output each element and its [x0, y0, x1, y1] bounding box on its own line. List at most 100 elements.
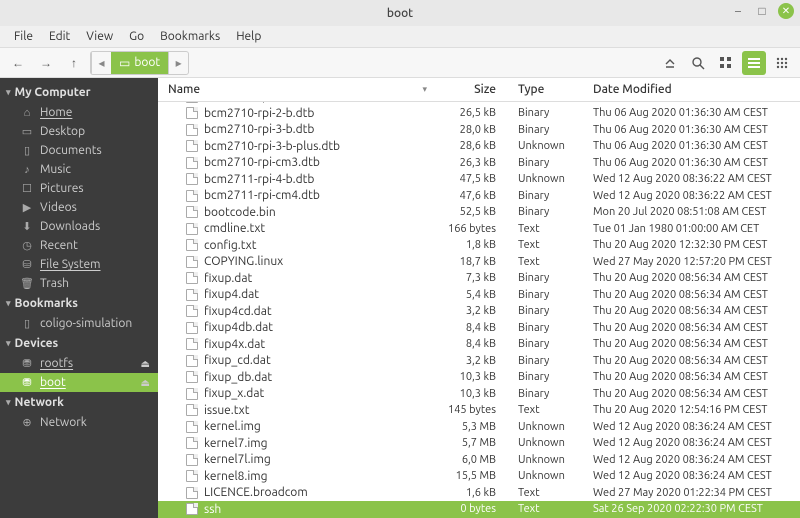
- file-type: Binary: [510, 107, 585, 119]
- file-row[interactable]: bcm2710-rpi-3-b.dtb28,0 kBBinaryThu 06 A…: [158, 122, 800, 139]
- caret-down-icon: ▾: [6, 87, 11, 98]
- file-size: 8,4 kB: [435, 338, 510, 350]
- file-name: kernel7.img: [204, 437, 268, 450]
- file-icon: [186, 289, 198, 301]
- sidebar-item-file-system[interactable]: ⛁File System: [0, 255, 158, 274]
- sidebar-item-music[interactable]: ♪Music: [0, 160, 158, 179]
- back-button[interactable]: ←: [6, 51, 30, 75]
- file-row[interactable]: COPYING.linux18,7 kBTextWed 27 May 2020 …: [158, 254, 800, 271]
- file-icon: [186, 102, 198, 103]
- file-row[interactable]: fixup_db.dat10,3 kBBinaryThu 20 Aug 2020…: [158, 369, 800, 386]
- file-manager-window: boot – □ ✕ File Edit View Go Bookmarks H…: [0, 0, 800, 518]
- sidebar-item-rootfs[interactable]: ⛃rootfs⏏: [0, 354, 158, 373]
- window-title: boot: [0, 7, 800, 20]
- compact-view-button[interactable]: [770, 51, 794, 75]
- file-row[interactable]: ssh0 bytesTextSat 26 Sep 2020 02:22:30 P…: [158, 501, 800, 518]
- forward-button[interactable]: →: [34, 51, 58, 75]
- file-row[interactable]: bcm2711-rpi-cm4.dtb47,6 kBBinaryWed 12 A…: [158, 188, 800, 205]
- file-row[interactable]: cmdline.txt166 bytesTextTue 01 Jan 1980 …: [158, 221, 800, 238]
- file-row[interactable]: fixup.dat7,3 kBBinaryThu 20 Aug 2020 08:…: [158, 270, 800, 287]
- file-icon: [186, 173, 198, 185]
- file-row[interactable]: fixup4db.dat8,4 kBBinaryThu 20 Aug 2020 …: [158, 320, 800, 337]
- sidebar-item-trash[interactable]: 🗑Trash: [0, 274, 158, 293]
- file-row[interactable]: bcm2710-rpi-3-b-plus.dtb28,6 kBUnknownTh…: [158, 138, 800, 155]
- file-icon: [186, 272, 198, 284]
- maximize-button[interactable]: □: [754, 3, 770, 19]
- file-row[interactable]: kernel7l.img6,0 MBUnknownWed 12 Aug 2020…: [158, 452, 800, 469]
- path-previous-icon[interactable]: ◂: [91, 52, 111, 74]
- menu-view[interactable]: View: [78, 28, 121, 45]
- file-row[interactable]: bootcode.bin52,5 kBBinaryMon 20 Jul 2020…: [158, 204, 800, 221]
- minimize-button[interactable]: –: [730, 3, 746, 19]
- folder-icon: ▭: [119, 56, 130, 70]
- close-button[interactable]: ✕: [778, 3, 794, 19]
- sidebar-item-home[interactable]: ⌂Home: [0, 103, 158, 122]
- menu-file[interactable]: File: [6, 28, 41, 45]
- column-size[interactable]: Size: [435, 83, 510, 96]
- column-type[interactable]: Type: [510, 83, 585, 96]
- file-row[interactable]: LICENCE.broadcom1,6 kBTextWed 27 May 202…: [158, 485, 800, 502]
- list-view-button[interactable]: [742, 51, 766, 75]
- menu-go[interactable]: Go: [121, 28, 152, 45]
- sidebar-item-desktop[interactable]: ▭Desktop: [0, 122, 158, 141]
- sidebar-section-header[interactable]: ▾Devices: [0, 333, 158, 354]
- path-segment-current[interactable]: ▭ boot: [111, 52, 168, 74]
- file-row[interactable]: fixup_cd.dat3,2 kBBinaryThu 20 Aug 2020 …: [158, 353, 800, 370]
- sidebar-item-coligo-simulation[interactable]: ▯ coligo-simulation: [0, 314, 158, 333]
- network-icon: ⊕: [20, 416, 34, 429]
- toggle-location-button[interactable]: [658, 51, 682, 75]
- path-next-icon[interactable]: ▸: [168, 52, 188, 74]
- path-label: boot: [134, 56, 160, 69]
- file-date: Mon 20 Jul 2020 08:51:08 AM CEST: [585, 206, 800, 218]
- file-size: 10,3 kB: [435, 388, 510, 400]
- sidebar-item-documents[interactable]: ▯Documents: [0, 141, 158, 160]
- column-date[interactable]: Date Modified: [585, 83, 800, 96]
- sidebar-item-pictures[interactable]: ☐Pictures: [0, 179, 158, 198]
- up-button[interactable]: ↑: [62, 51, 86, 75]
- file-size: 47,5 kB: [435, 173, 510, 185]
- file-row[interactable]: bcm2710-rpi-2-b.dtb26,5 kBBinaryThu 06 A…: [158, 105, 800, 122]
- icon-view-button[interactable]: [714, 51, 738, 75]
- titlebar[interactable]: boot – □ ✕: [0, 0, 800, 26]
- file-list[interactable]: bcm2708-rpi-cm.dtb24,8 kBUnknownThu 06 A…: [158, 102, 800, 518]
- file-row[interactable]: fixup4.dat5,4 kBBinaryThu 20 Aug 2020 08…: [158, 287, 800, 304]
- file-row[interactable]: fixup_x.dat10,3 kBBinaryThu 20 Aug 2020 …: [158, 386, 800, 403]
- music-icon: ♪: [20, 164, 34, 176]
- sidebar-section-header[interactable]: ▾Network: [0, 392, 158, 413]
- file-type: Binary: [510, 388, 585, 400]
- file-row[interactable]: bcm2711-rpi-4-b.dtb47,5 kBUnknownWed 12 …: [158, 171, 800, 188]
- menu-edit[interactable]: Edit: [41, 28, 78, 45]
- search-button[interactable]: [686, 51, 710, 75]
- path-bar[interactable]: ◂ ▭ boot ▸: [90, 51, 189, 75]
- sidebar-item-network[interactable]: ⊕Network: [0, 413, 158, 432]
- file-row[interactable]: kernel.img5,3 MBUnknownWed 12 Aug 2020 0…: [158, 419, 800, 436]
- sidebar-item-downloads[interactable]: ⬇Downloads: [0, 217, 158, 236]
- file-type: Binary: [510, 190, 585, 202]
- column-name[interactable]: Name▾: [158, 83, 435, 96]
- file-type: Unknown: [510, 421, 585, 433]
- menu-help[interactable]: Help: [228, 28, 269, 45]
- sidebar-item-videos[interactable]: ▶Videos: [0, 198, 158, 217]
- file-name: cmdline.txt: [204, 222, 265, 235]
- file-row[interactable]: kernel7.img5,7 MBUnknownWed 12 Aug 2020 …: [158, 435, 800, 452]
- file-type: Text: [510, 223, 585, 235]
- sidebar-item-label: Pictures: [40, 182, 84, 195]
- eject-icon[interactable]: ⏏: [141, 358, 150, 370]
- menu-bookmarks[interactable]: Bookmarks: [152, 28, 228, 45]
- sidebar-item-label: coligo-simulation: [40, 317, 132, 330]
- file-row[interactable]: kernel8.img15,5 MBUnknownWed 12 Aug 2020…: [158, 468, 800, 485]
- file-row[interactable]: bcm2710-rpi-cm3.dtb26,3 kBBinaryThu 06 A…: [158, 155, 800, 172]
- file-row[interactable]: issue.txt145 bytesTextThu 20 Aug 2020 12…: [158, 402, 800, 419]
- sidebar-item-recent[interactable]: ◷Recent: [0, 236, 158, 255]
- sidebar-section-header[interactable]: ▾Bookmarks: [0, 293, 158, 314]
- file-row[interactable]: fixup4cd.dat3,2 kBBinaryThu 20 Aug 2020 …: [158, 303, 800, 320]
- file-date: Thu 06 Aug 2020 01:36:30 AM CEST: [585, 107, 800, 119]
- folder-icon: ▯: [20, 317, 34, 330]
- sidebar-item-boot[interactable]: ⛃boot⏏: [0, 373, 158, 392]
- file-icon: [186, 388, 198, 400]
- sidebar-section-header[interactable]: ▾My Computer: [0, 82, 158, 103]
- eject-icon[interactable]: ⏏: [141, 377, 150, 389]
- file-row[interactable]: fixup4x.dat8,4 kBBinaryThu 20 Aug 2020 0…: [158, 336, 800, 353]
- file-row[interactable]: config.txt1,8 kBTextThu 20 Aug 2020 12:3…: [158, 237, 800, 254]
- file-date: Wed 12 Aug 2020 08:36:24 AM CEST: [585, 454, 800, 466]
